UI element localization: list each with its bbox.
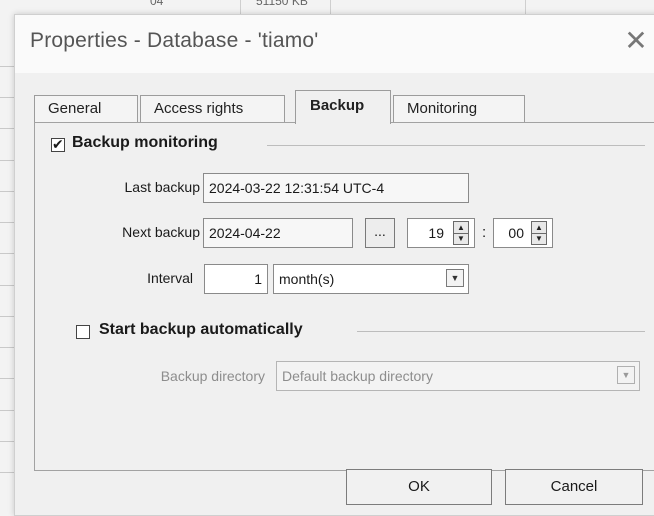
close-icon[interactable]: ✕ <box>621 27 651 57</box>
spin-down-icon[interactable]: ▼ <box>532 233 546 244</box>
tab-access-rights[interactable]: Access rights <box>140 95 285 123</box>
backup-tab-panel: Backup monitoring Last backup 2024-03-22… <box>34 122 654 471</box>
tab-backup[interactable]: Backup <box>295 90 391 124</box>
tab-label: General <box>48 100 102 117</box>
chevron-down-icon[interactable]: ▼ <box>617 366 635 384</box>
group-divider <box>267 145 645 146</box>
bg-cell-text: 51150 KB <box>256 0 308 8</box>
tab-label: Monitoring <box>407 100 478 117</box>
next-backup-label: Next backup <box>122 224 200 240</box>
interval-label: Interval <box>147 270 193 286</box>
backup-directory-dropdown[interactable]: Default backup directory ▼ <box>276 361 640 391</box>
chevron-down-icon[interactable]: ▼ <box>446 269 464 287</box>
tab-label: Backup <box>310 97 365 114</box>
interval-unit-value: month(s) <box>279 271 335 287</box>
bg-cell-text: 04 <box>150 0 164 8</box>
tab-label: Access rights <box>154 100 244 117</box>
bg-column-divider <box>330 0 331 14</box>
bg-column-divider <box>240 0 241 14</box>
backup-directory-label: Backup directory <box>160 368 265 384</box>
interval-unit-dropdown[interactable]: month(s) ▼ <box>273 264 469 294</box>
dialog-title: Properties - Database - 'tiamo' <box>30 29 319 52</box>
backup-directory-value: Default backup directory <box>282 368 433 384</box>
next-backup-date-field[interactable]: 2024-04-22 <box>203 218 353 248</box>
ok-button[interactable]: OK <box>346 469 492 505</box>
start-backup-auto-label: Start backup automatically <box>99 321 303 338</box>
tab-monitoring[interactable]: Monitoring <box>393 95 525 123</box>
interval-value-field[interactable]: 1 <box>204 264 268 294</box>
start-backup-auto-checkbox[interactable] <box>76 325 90 339</box>
spin-up-down-icon[interactable]: ▲ ▼ <box>531 221 547 245</box>
last-backup-field[interactable]: 2024-03-22 12:31:54 UTC-4 <box>203 173 469 203</box>
backup-monitoring-label: Backup monitoring <box>72 134 218 151</box>
date-picker-button[interactable]: ... <box>365 218 395 248</box>
tab-general[interactable]: General <box>34 95 138 123</box>
title-bar[interactable]: Properties - Database - 'tiamo' ✕ <box>15 15 654 73</box>
cancel-button[interactable]: Cancel <box>505 469 643 505</box>
properties-dialog: Properties - Database - 'tiamo' ✕ Genera… <box>14 14 654 516</box>
spin-up-down-icon[interactable]: ▲ ▼ <box>453 221 469 245</box>
backup-monitoring-checkbox[interactable] <box>51 136 65 152</box>
last-backup-label: Last backup <box>124 179 201 195</box>
bg-column-divider <box>525 0 526 14</box>
spin-down-icon[interactable]: ▼ <box>454 233 468 244</box>
time-separator: : <box>482 224 487 241</box>
group-divider <box>357 331 645 332</box>
